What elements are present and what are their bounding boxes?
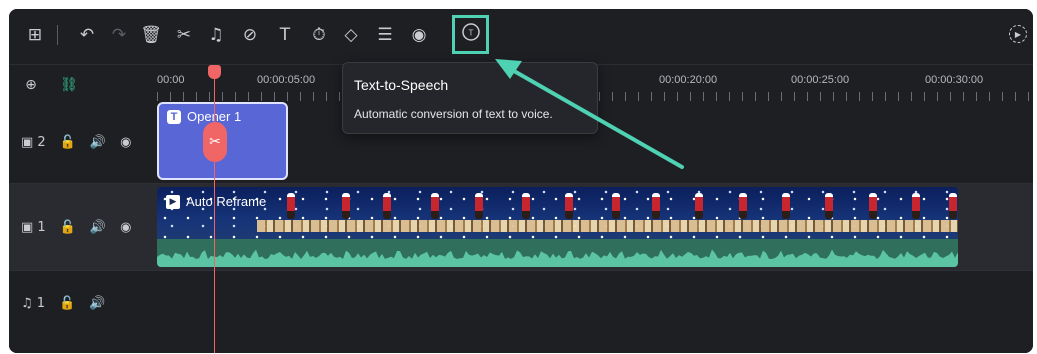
editor-window: ⊞ ↶ ↷ 🗑 ✂ ♫ ⊘ T ⏱ ◇ ☰ ◉ T ▶ ⊕ ⛓ 00:00 00… [9,9,1033,353]
annotation-arrow [495,59,684,169]
